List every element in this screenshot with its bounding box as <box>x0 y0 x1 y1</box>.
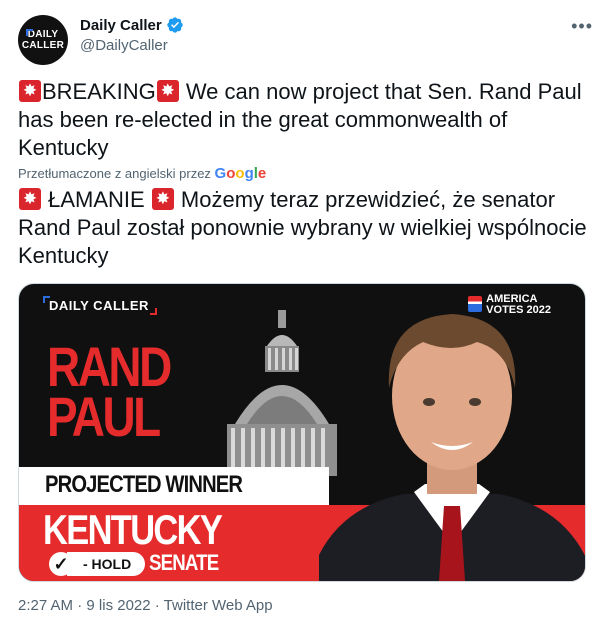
siren-icon <box>19 188 41 210</box>
hold-label: - HOLD <box>67 552 146 576</box>
tweet-time[interactable]: 2:27 AM <box>18 597 73 614</box>
siren-icon <box>156 80 179 102</box>
tweet-source[interactable]: Twitter Web App <box>164 597 273 614</box>
verified-badge-icon <box>166 16 184 34</box>
checkmark-icon <box>49 552 73 576</box>
translated-text-breaking: ŁAMANIE <box>42 187 151 212</box>
avatar[interactable]: DAILY CALLER <box>18 15 68 65</box>
avatar-text-line2: CALLER <box>21 40 65 51</box>
siren-icon <box>19 80 41 102</box>
meta-separator: · <box>73 597 87 614</box>
tweet-text: BREAKING We can now project that Sen. Ra… <box>18 78 598 162</box>
meta-separator: · <box>150 597 164 614</box>
logo-corner-icon <box>26 29 33 36</box>
card-brand: DAILY CALLER <box>43 296 157 315</box>
candidate-name: RAND PAUL <box>47 339 172 448</box>
siren-icon <box>151 188 174 210</box>
tweet: DAILY CALLER Daily Caller @DailyCaller •… <box>0 0 615 626</box>
more-horizontal-icon[interactable]: ••• <box>571 16 593 37</box>
author-name-row: Daily Caller <box>80 16 184 34</box>
tweet-meta: 2:27 AM · 9 lis 2022 · Twitter Web App <box>18 597 273 614</box>
state-label: KENTUCKY <box>43 506 223 553</box>
race-label: SENATE <box>149 550 219 575</box>
tweet-date[interactable]: 9 lis 2022 <box>86 597 150 614</box>
candidate-last-name: PAUL <box>47 385 161 448</box>
media-card[interactable]: DAILY CALLER AMERICA VOTES 2022 RAND PAU… <box>18 283 586 582</box>
translation-note-text: Przetłumaczone z angielski przez <box>18 166 211 181</box>
translated-text: ŁAMANIE Możemy teraz przewidzieć, że sen… <box>18 186 598 270</box>
tweet-text-breaking: BREAKING <box>42 79 156 104</box>
projected-winner-label: PROJECTED WINNER <box>45 471 243 498</box>
translation-note: Przetłumaczone z angielski przez Google <box>18 165 266 182</box>
author-handle[interactable]: @DailyCaller <box>80 37 168 54</box>
candidate-portrait-image <box>319 314 585 581</box>
display-name[interactable]: Daily Caller <box>80 17 162 34</box>
google-logo[interactable]: Google <box>215 165 267 182</box>
